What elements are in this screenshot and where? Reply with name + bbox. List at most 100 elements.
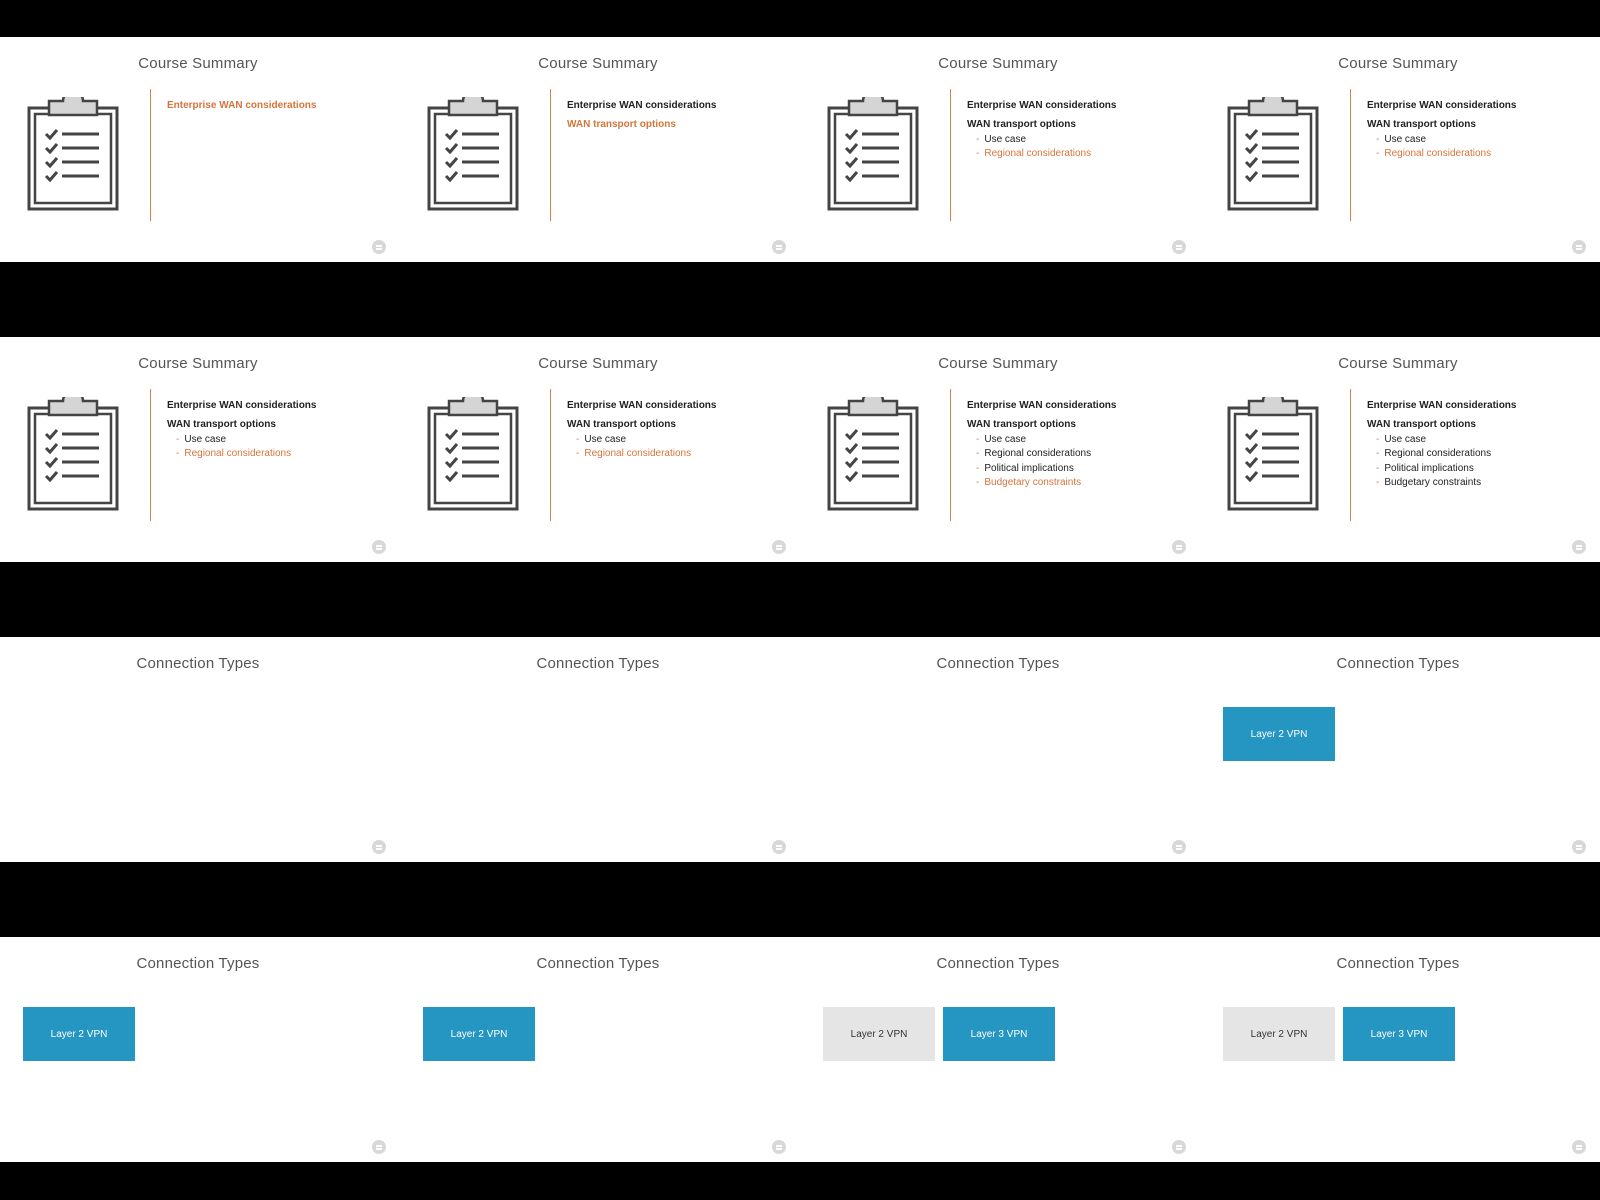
slide-thumbnail[interactable]: Connection Types xyxy=(400,637,800,862)
summary-subitem: - Regional considerations xyxy=(1376,448,1492,460)
summary-subitem: - Regional considerations xyxy=(976,148,1092,160)
watermark-icon xyxy=(772,1140,786,1154)
divider xyxy=(950,89,951,221)
layer2-vpn-box: Layer 2 VPN xyxy=(423,1007,535,1061)
summary-item-enterprise: Enterprise WAN considerations xyxy=(967,400,1117,411)
slide-thumbnail[interactable]: Course Summary Enterprise WAN considerat… xyxy=(0,37,400,262)
summary-subitem: - Use case xyxy=(1376,433,1427,445)
watermark-icon xyxy=(1172,540,1186,554)
slide-thumbnail[interactable]: Connection Types Layer 2 VPN Layer 3 VPN xyxy=(800,937,1200,1162)
divider xyxy=(150,389,151,521)
summary-subitem-label: Budgetary constraints xyxy=(1384,477,1482,489)
slide-thumbnail[interactable]: Course Summary Enterprise WAN considerat… xyxy=(400,37,800,262)
divider xyxy=(950,389,951,521)
slide-title: Connection Types xyxy=(136,655,260,672)
summary-subitem-label: Political implications xyxy=(984,462,1074,474)
layer2-vpn-box: Layer 2 VPN xyxy=(1223,707,1335,761)
summary-item-transport: WAN transport options xyxy=(1367,119,1476,131)
summary-subitem: - Regional considerations xyxy=(976,448,1092,460)
watermark-icon xyxy=(1172,1140,1186,1154)
summary-list: Enterprise WAN considerations WAN transp… xyxy=(967,399,1192,490)
watermark-icon xyxy=(372,540,386,554)
clipboard-icon xyxy=(827,389,919,511)
summary-list: Enterprise WAN considerations WAN transp… xyxy=(1367,399,1592,490)
summary-subitem-label: Use case xyxy=(984,133,1027,145)
slide-title: Connection Types xyxy=(936,655,1060,672)
summary-subitem: - Budgetary constraints xyxy=(976,477,1082,489)
layer3-vpn-box: Layer 3 VPN xyxy=(1343,1007,1455,1061)
summary-subitem: - Regional considerations xyxy=(176,448,292,460)
watermark-icon xyxy=(1572,240,1586,254)
summary-subitem: - Use case xyxy=(176,433,227,445)
slide-title: Course Summary xyxy=(538,55,658,72)
divider xyxy=(550,89,551,221)
summary-item-enterprise: Enterprise WAN considerations xyxy=(167,400,317,411)
watermark-icon xyxy=(772,240,786,254)
watermark-icon xyxy=(1572,1140,1586,1154)
slide-row-3: Connection Types Connection Types Connec… xyxy=(0,637,1600,862)
slide-thumbnail[interactable]: Course Summary Enterprise WAN considerat… xyxy=(1200,337,1600,562)
slide-thumbnail[interactable]: Connection Types Layer 2 VPN xyxy=(400,937,800,1162)
summary-subitem: - Budgetary constraints xyxy=(1376,477,1482,489)
slide-thumbnail[interactable]: Connection Types Layer 2 VPN xyxy=(0,937,400,1162)
summary-subitem: - Use case xyxy=(976,433,1027,445)
summary-subitem-label: Regional considerations xyxy=(1384,148,1492,160)
slide-row-4: Connection Types Layer 2 VPN Connection … xyxy=(0,937,1600,1162)
slide-title: Connection Types xyxy=(1336,655,1460,672)
divider xyxy=(1350,89,1351,221)
summary-item-transport: WAN transport options xyxy=(1367,419,1476,431)
clipboard-icon xyxy=(1227,389,1319,511)
slide-title: Course Summary xyxy=(1338,355,1458,372)
summary-item-enterprise: Enterprise WAN considerations xyxy=(567,400,717,411)
summary-item-transport: WAN transport options xyxy=(967,419,1076,431)
layer2-vpn-box: Layer 2 VPN xyxy=(1223,1007,1335,1061)
summary-subitem: - Use case xyxy=(976,133,1027,145)
clipboard-icon xyxy=(827,89,919,211)
watermark-icon xyxy=(1572,540,1586,554)
slide-thumbnail[interactable]: Connection Types Layer 2 VPN Layer 3 VPN xyxy=(1200,937,1600,1162)
summary-item-enterprise: Enterprise WAN considerations xyxy=(967,100,1117,111)
summary-subitem-label: Use case xyxy=(1384,133,1427,145)
clipboard-icon xyxy=(1227,89,1319,211)
summary-list: Enterprise WAN considerations WAN transp… xyxy=(567,99,792,138)
layer3-vpn-box: Layer 3 VPN xyxy=(943,1007,1055,1061)
summary-subitem-label: Use case xyxy=(584,433,627,445)
slide-title: Course Summary xyxy=(938,355,1058,372)
slide-title: Connection Types xyxy=(136,955,260,972)
slide-title: Connection Types xyxy=(1336,955,1460,972)
slide-title: Course Summary xyxy=(1338,55,1458,72)
slide-row-2: Course Summary Enterprise WAN considerat… xyxy=(0,337,1600,562)
summary-item-transport: WAN transport options xyxy=(567,419,676,431)
divider xyxy=(1350,389,1351,521)
summary-subitem-label: Regional considerations xyxy=(184,448,292,460)
summary-list: Enterprise WAN considerations WAN transp… xyxy=(967,99,1192,162)
watermark-icon xyxy=(372,1140,386,1154)
summary-subitem: - Political implications xyxy=(1376,462,1474,474)
summary-subitem-label: Regional considerations xyxy=(984,148,1092,160)
summary-list: Enterprise WAN considerations WAN transp… xyxy=(567,399,792,462)
slide-thumbnail[interactable]: Course Summary Enterprise WAN considerat… xyxy=(400,337,800,562)
slide-thumbnail[interactable]: Course Summary Enterprise WAN considerat… xyxy=(1200,37,1600,262)
summary-item-transport: WAN transport options xyxy=(967,119,1076,131)
watermark-icon xyxy=(772,540,786,554)
slide-thumbnail[interactable]: Connection Types xyxy=(800,637,1200,862)
summary-subitem-label: Regional considerations xyxy=(584,448,692,460)
summary-item-transport: WAN transport options xyxy=(567,119,676,131)
slide-thumbnail[interactable]: Connection Types Layer 2 VPN xyxy=(1200,637,1600,862)
summary-list: Enterprise WAN considerations WAN transp… xyxy=(167,399,392,462)
summary-item-transport: WAN transport options xyxy=(167,419,276,431)
summary-subitem-label: Regional considerations xyxy=(984,448,1092,460)
watermark-icon xyxy=(772,840,786,854)
layer2-vpn-box: Layer 2 VPN xyxy=(23,1007,135,1061)
slide-thumbnail[interactable]: Course Summary Enterprise WAN considerat… xyxy=(800,337,1200,562)
clipboard-icon xyxy=(427,389,519,511)
slide-title: Connection Types xyxy=(536,955,660,972)
summary-subitem-label: Use case xyxy=(184,433,227,445)
summary-subitem: - Political implications xyxy=(976,462,1074,474)
slide-thumbnail[interactable]: Course Summary Enterprise WAN considerat… xyxy=(800,37,1200,262)
slide-thumbnail[interactable]: Connection Types xyxy=(0,637,400,862)
summary-subitem: - Regional considerations xyxy=(1376,148,1492,160)
summary-subitem-label: Regional considerations xyxy=(1384,448,1492,460)
clipboard-icon xyxy=(427,89,519,211)
slide-thumbnail[interactable]: Course Summary Enterprise WAN considerat… xyxy=(0,337,400,562)
